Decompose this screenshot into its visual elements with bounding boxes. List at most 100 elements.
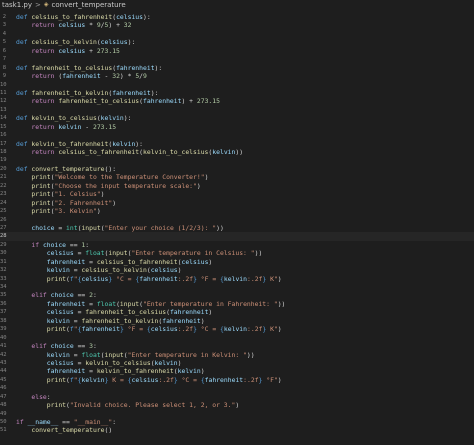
code-token: :	[85, 240, 90, 249]
code-token: =	[69, 350, 82, 359]
line-number: 48	[0, 402, 7, 409]
code-line[interactable]: 49	[0, 410, 474, 418]
code-token: convert_temperature	[31, 426, 105, 435]
code-line[interactable]: 24 print("2. Fahrenheit")	[0, 199, 474, 207]
line-number: 31	[0, 258, 7, 265]
code-line[interactable]: 33 print(f"{celsius} °C = {fahrenheit:.2…	[0, 275, 474, 283]
code-line[interactable]: 20 def convert_temperature():	[0, 165, 474, 173]
code-line[interactable]: 43 celsius = kelvin_to_celsius(kelvin)	[0, 359, 474, 367]
code-line[interactable]: 15 return kelvin - 273.15	[0, 123, 474, 131]
code-line[interactable]: 10	[0, 81, 474, 89]
code-line[interactable]: 31 fahrenheit = celsius_to_fahrenheit(ce…	[0, 258, 474, 266]
line-number: 21	[0, 174, 7, 181]
line-content: celsius = kelvin_to_celsius(kelvin)	[16, 359, 182, 367]
code-token: fahrenheit	[46, 367, 86, 376]
code-token: ))	[246, 350, 255, 359]
code-line[interactable]: 2 def celsius_to_fahrenheit(celsius):	[0, 13, 474, 21]
breadcrumb-file[interactable]: task1.py	[2, 0, 32, 10]
code-line[interactable]: 48 print("Invalid choice. Please select …	[0, 401, 474, 409]
code-line[interactable]: 40	[0, 334, 474, 342]
code-line[interactable]: 35 elif choice == 2:	[0, 291, 474, 299]
code-token: :.2f	[158, 375, 174, 384]
code-line[interactable]: 25 print("3. Kelvin")	[0, 207, 474, 215]
code-line[interactable]: 13	[0, 106, 474, 114]
code-token: kelvin	[58, 122, 82, 131]
code-token: fahrenheit_to_celsius	[85, 308, 167, 317]
code-line[interactable]: 16	[0, 131, 474, 139]
code-line[interactable]: 29 if choice == 1:	[0, 241, 474, 249]
code-line[interactable]: 9 return (fahrenheit - 32) * 5/9	[0, 72, 474, 80]
code-token: fahrenheit	[204, 375, 244, 384]
code-token: )	[96, 207, 101, 216]
code-token: def	[16, 13, 32, 21]
code-token: kelvin_to_fahrenheit	[31, 139, 109, 148]
code-line[interactable]: 3 return celsius * 9/5) + 32	[0, 21, 474, 29]
breadcrumb-symbol[interactable]: convert_temperature	[52, 0, 126, 10]
code-token: fahrenheit	[116, 63, 155, 72]
code-line[interactable]: 18 return celsius_to_fahrenheit(kelvin_t…	[0, 148, 474, 156]
code-token: choice	[42, 240, 67, 249]
code-line[interactable]: 45 print(f"{kelvin} K = {celsius:.2f} °C…	[0, 376, 474, 384]
code-token: )	[196, 181, 201, 190]
code-line[interactable]: 22 print("Choose the input temperature s…	[0, 182, 474, 190]
code-token: print	[31, 181, 51, 190]
code-line[interactable]: 14 def kelvin_to_celsius(kelvin):	[0, 114, 474, 122]
code-token: )	[177, 358, 182, 367]
code-line[interactable]: 41 elif choice == 3:	[0, 342, 474, 350]
line-content: print("Choose the input temperature scal…	[16, 181, 201, 190]
code-line[interactable]: 28	[0, 232, 474, 241]
line-number: 26	[0, 216, 7, 223]
code-editor[interactable]: task1.py > ◈ convert_temperature 2 def ce…	[0, 0, 474, 445]
code-token: ):	[143, 13, 151, 21]
code-line[interactable]: 32 kelvin = celsius_to_kelvin(celsius)	[0, 266, 474, 274]
code-line[interactable]: 46	[0, 384, 474, 392]
code-line[interactable]: 30 celsius = float(input("Enter temperat…	[0, 249, 474, 257]
code-token: kelvin	[212, 148, 236, 156]
code-line[interactable]: 39 print(f"{fahrenheit} °F = {celsius:.2…	[0, 325, 474, 333]
code-line[interactable]: 47 else:	[0, 393, 474, 401]
code-line[interactable]: 4	[0, 30, 474, 38]
code-line[interactable]: 26	[0, 216, 474, 224]
code-line[interactable]: 34	[0, 283, 474, 291]
line-number: 40	[0, 334, 7, 341]
code-line[interactable]: 37 celsius = fahrenheit_to_celsius(fahre…	[0, 308, 474, 316]
code-line[interactable]: 42 kelvin = float(input("Enter temperatu…	[0, 351, 474, 359]
code-line[interactable]: 27 choice = int(input("Enter your choice…	[0, 224, 474, 232]
function-symbol-icon: ◈	[43, 1, 49, 8]
code-token: °C =	[112, 274, 136, 283]
code-token: ==	[58, 418, 74, 426]
code-token: kelvin_to_celsius	[31, 114, 97, 123]
code-line[interactable]: 23 print("1. Celsius")	[0, 190, 474, 198]
code-line[interactable]: 6 return celsius + 273.15	[0, 47, 474, 55]
code-token: fahrenheit	[162, 316, 201, 325]
code-line[interactable]: 11 def fahrenheit_to_kelvin(fahrenheit):	[0, 89, 474, 97]
code-line[interactable]: 17 def kelvin_to_fahrenheit(kelvin):	[0, 140, 474, 148]
line-number: 5	[2, 39, 6, 46]
code-line[interactable]: 38 kelvin = fahrenheit_to_kelvin(fahrenh…	[0, 317, 474, 325]
line-number: 6	[2, 47, 6, 54]
code-line[interactable]: 12 return fahrenheit_to_celsius(fahrenhe…	[0, 97, 474, 105]
code-line[interactable]: 7	[0, 55, 474, 63]
code-line[interactable]: 8 def fahrenheit_to_celsius(fahrenheit):	[0, 64, 474, 72]
code-token: "Welcome to the Temperature Converter!"	[54, 173, 205, 182]
code-line[interactable]: 19	[0, 156, 474, 164]
line-number: 35	[0, 292, 7, 299]
code-token: "Enter temperature in Fahrenheit: "	[143, 299, 278, 308]
code-line[interactable]: 21 print("Welcome to the Temperature Con…	[0, 173, 474, 181]
code-token: celsius	[81, 274, 109, 283]
line-content: def kelvin_to_fahrenheit(kelvin):	[16, 140, 143, 148]
code-token: celsius_to_kelvin	[81, 266, 147, 275]
code-token: =	[69, 266, 82, 275]
code-area[interactable]: 2 def celsius_to_fahrenheit(celsius): 3 re…	[0, 13, 474, 435]
code-line[interactable]: 36 fahrenheit = float(input("Enter tempe…	[0, 300, 474, 308]
code-line[interactable]: 5 def celsius_to_kelvin(celsius):	[0, 38, 474, 46]
code-line[interactable]: 44 fahrenheit = kelvin_to_fahrenheit(kel…	[0, 367, 474, 375]
code-line[interactable]: 50 if __name__ == "__main__":	[0, 418, 474, 426]
code-line[interactable]: 51 convert_temperature()	[0, 426, 474, 434]
